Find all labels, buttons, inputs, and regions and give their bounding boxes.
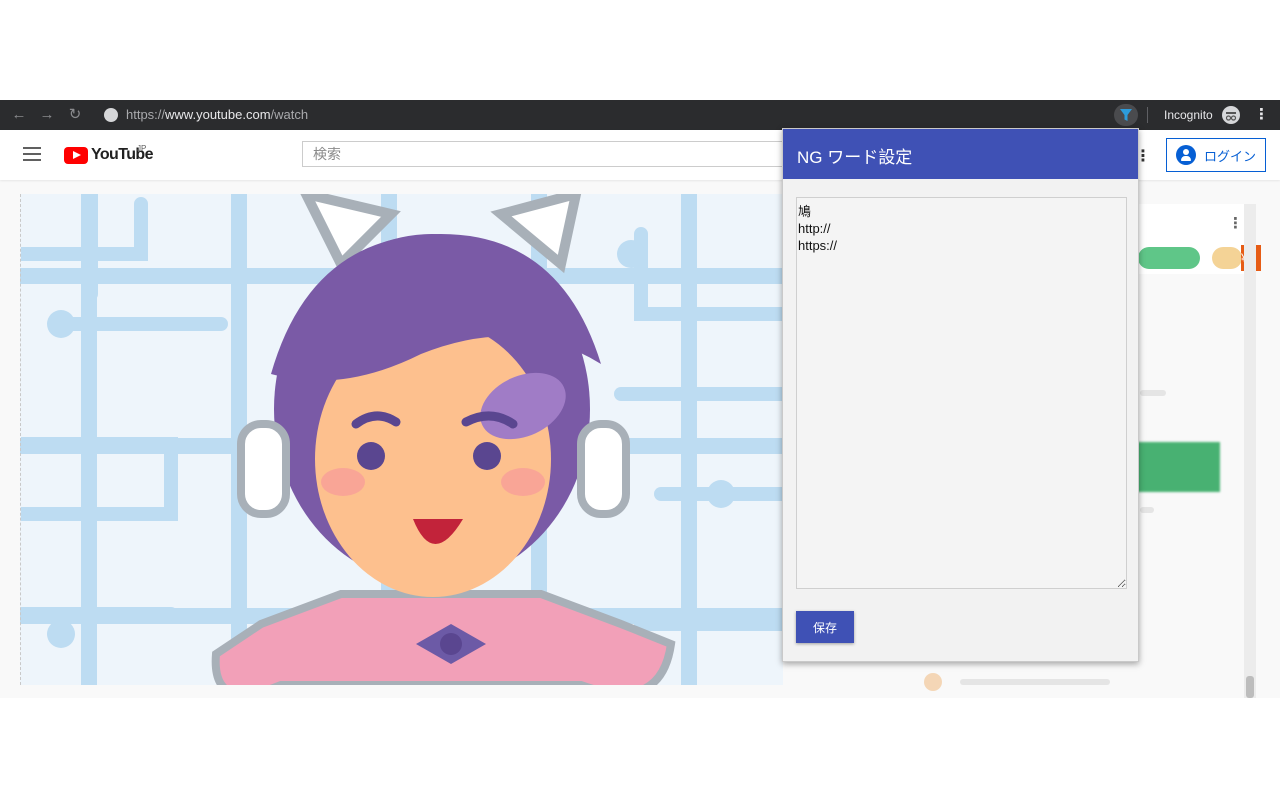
forward-icon[interactable]: → <box>38 106 56 124</box>
browser-window: ← → ↻ https://www.youtube.com/watch Inco… <box>0 100 1280 698</box>
login-label: ログイン <box>1204 148 1257 164</box>
filter-icon[interactable] <box>1114 104 1138 126</box>
account-icon <box>1176 145 1196 165</box>
popup-title: NG ワード設定 <box>797 148 913 167</box>
list-item[interactable] <box>902 665 1244 698</box>
ad-more-icon[interactable]: ⋮ <box>1228 214 1243 232</box>
address-bar[interactable]: https://www.youtube.com/watch <box>126 107 308 122</box>
scrollbar-thumb[interactable] <box>1246 676 1254 698</box>
ad-chip <box>1138 247 1200 269</box>
blurred-text <box>960 679 1110 685</box>
ad-action-button[interactable] <box>1132 442 1220 492</box>
incognito-icon[interactable] <box>1222 106 1240 124</box>
blurred-text <box>1140 390 1166 396</box>
blurred-text <box>1140 507 1154 513</box>
toolbar-divider <box>1147 107 1148 123</box>
popup-header: NG ワード設定 <box>783 129 1138 179</box>
search-input[interactable] <box>303 142 801 166</box>
youtube-play-icon <box>64 146 88 164</box>
more-icon[interactable]: ⋮ <box>1254 107 1269 123</box>
globe-icon <box>104 108 118 122</box>
browser-toolbar: ← → ↻ https://www.youtube.com/watch Inco… <box>0 100 1280 130</box>
ng-word-popup: NG ワード設定 鳩 http:// https:// 保存 <box>782 128 1139 662</box>
ng-words-textarea[interactable]: 鳩 http:// https:// <box>796 197 1127 589</box>
channel-avatar <box>924 673 942 691</box>
reload-icon[interactable]: ↻ <box>66 106 84 124</box>
ad-chip <box>1212 247 1242 269</box>
back-icon[interactable]: ← <box>10 106 28 124</box>
video-thumbnail <box>21 194 783 685</box>
profile-label: Incognito <box>1164 108 1213 122</box>
save-button[interactable]: 保存 <box>796 611 854 643</box>
search-box[interactable] <box>302 141 802 167</box>
login-button[interactable]: ログイン <box>1166 138 1266 172</box>
video-player[interactable] <box>20 194 783 685</box>
menu-icon[interactable] <box>23 147 41 161</box>
region-label: JP <box>137 144 147 153</box>
sidebar-scrollbar[interactable] <box>1244 204 1256 698</box>
